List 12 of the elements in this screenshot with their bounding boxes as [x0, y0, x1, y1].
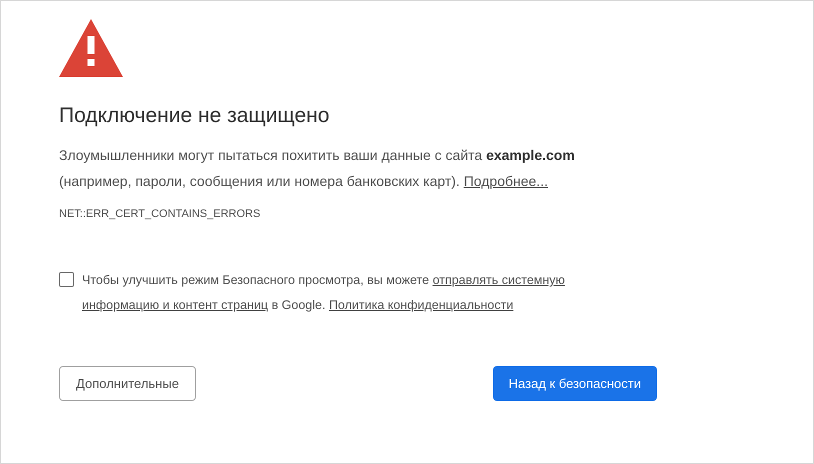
- details-link[interactable]: Подробнее...: [464, 173, 548, 189]
- report-checkbox[interactable]: [59, 272, 74, 287]
- advanced-button[interactable]: Дополнительные: [59, 366, 196, 401]
- send-info-link[interactable]: информацию и контент страниц: [82, 298, 268, 312]
- back-to-safety-button[interactable]: Назад к безопасности: [492, 366, 657, 401]
- warning-icon: [59, 19, 123, 77]
- privacy-policy-link[interactable]: Политика конфиденциальности: [328, 298, 514, 312]
- page-title: Подключение не защищено: [59, 104, 330, 128]
- description-text: Злоумышленники могут пытаться похитить ваши данные с сайта example.com (например, пароли, сообщения или номера банковских карт). Подробнее...: [59, 146, 576, 191]
- report-text: Чтобы улучшить режим Безопасного просмотра, вы можете отправлять системную информацию и контент страниц в Google. Политика конфиденциальности: [82, 272, 566, 314]
- error-code: NET::ERR_CERT_CONTAINS_ERRORS: [59, 208, 262, 220]
- send-info-link[interactable]: отправлять системную: [432, 273, 565, 287]
